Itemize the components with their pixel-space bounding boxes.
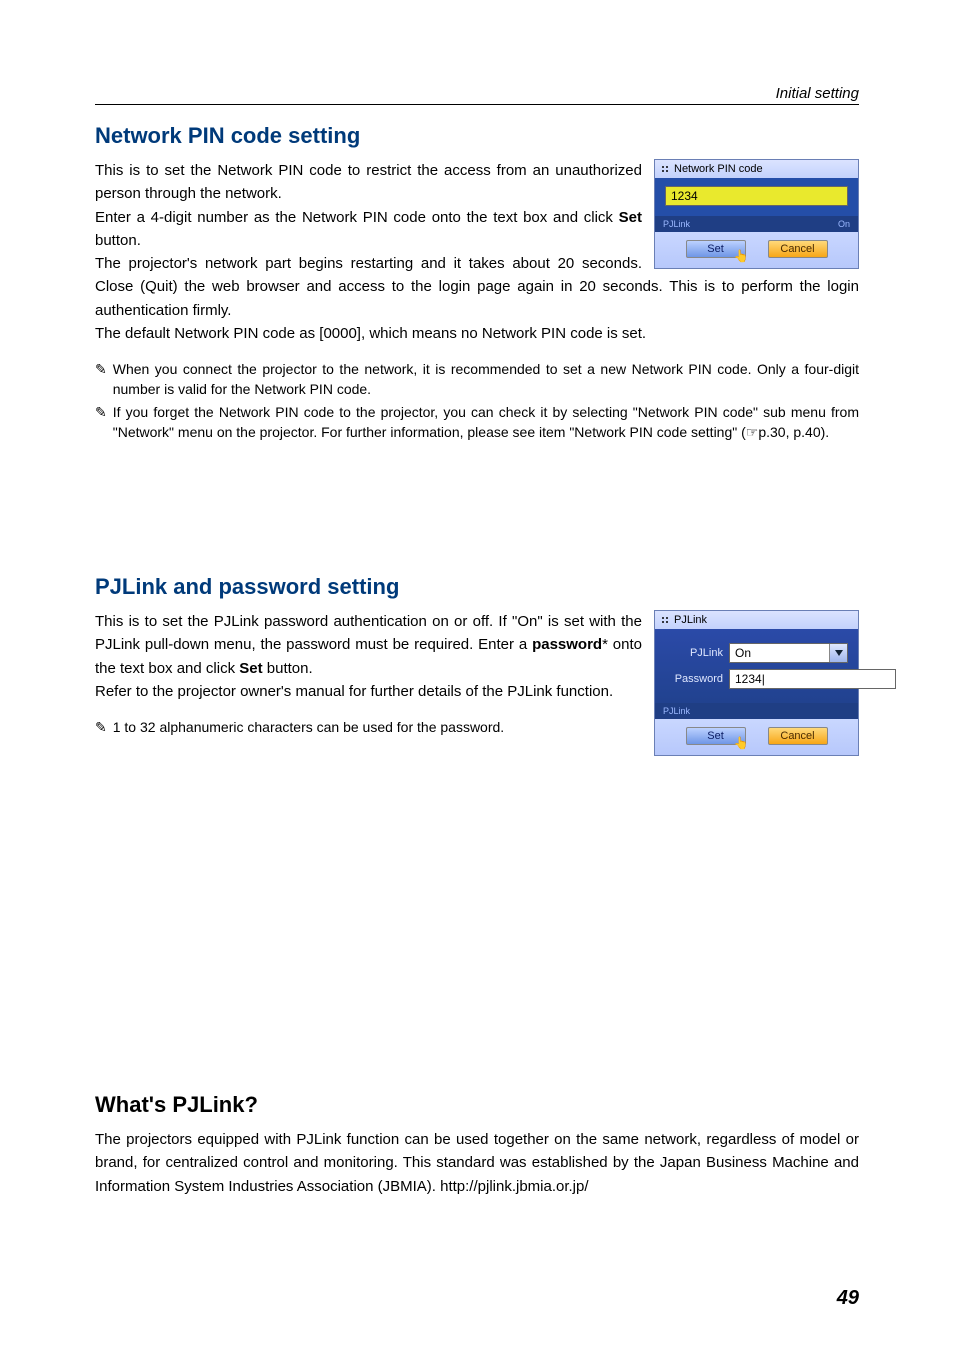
pjlink-side-label: PJLink (655, 703, 858, 719)
pin-cancel-button[interactable]: Cancel (768, 240, 828, 258)
heading-whats-pjlink: What's PJLink? (95, 1092, 859, 1118)
pjlink-panel-title: PJLink (674, 614, 707, 626)
pin-set-button[interactable]: Set 👆 (686, 240, 746, 258)
pjlink-set-button[interactable]: Set 👆 (686, 727, 746, 745)
pjlink-row-password: Password (665, 669, 848, 689)
pjlink-password-label: Password (665, 673, 723, 685)
text-bold: password (532, 636, 602, 653)
pjlink-cancel-button[interactable]: Cancel (768, 727, 828, 745)
text-bold: Set (239, 660, 262, 677)
whats-paragraph: The projectors equipped with PJLink func… (95, 1128, 859, 1198)
text-span: Enter a 4-digit number as the Network PI… (95, 209, 619, 226)
pin-footer-right: On (838, 219, 850, 229)
pjlink-cancel-label: Cancel (780, 730, 814, 742)
note-text: If you forget the Network PIN code to th… (113, 402, 859, 443)
heading-network-pin: Network PIN code setting (95, 123, 859, 149)
text-span: button. (263, 660, 313, 677)
section-network-pin: Network PIN code setting Network PIN cod… (95, 123, 859, 444)
pjlink-set-label: Set (707, 730, 724, 742)
note-marker-icon: ✎ (95, 717, 107, 737)
cursor-hand-icon: 👆 (734, 736, 749, 750)
pjlink-mode-label: PJLink (665, 647, 723, 659)
pin-code-panel: Network PIN code PJLink On Set 👆 Cancel (654, 159, 859, 269)
pin-panel-title: Network PIN code (674, 163, 763, 175)
pjlink-panel-buttons: Set 👆 Cancel (655, 719, 858, 755)
cursor-hand-icon: 👆 (734, 249, 749, 263)
dropdown-button[interactable] (829, 644, 847, 662)
note-marker-icon: ✎ (95, 359, 107, 379)
pjlink-panel: PJLink PJLink On Password PJLin (654, 610, 859, 756)
note-text: When you connect the projector to the ne… (113, 359, 859, 400)
pin-footer-left: PJLink (663, 219, 690, 229)
pin-paragraph-4: The default Network PIN code as [0000], … (95, 322, 859, 345)
note-item: ✎ If you forget the Network PIN code to … (95, 402, 859, 443)
pjlink-row-mode: PJLink On (665, 643, 848, 663)
text-bold: Set (619, 209, 642, 226)
menu-icon (661, 165, 670, 174)
page-number: 49 (837, 1287, 859, 1310)
section-whats-pjlink: What's PJLink? The projectors equipped w… (95, 1092, 859, 1198)
pjlink-password-input[interactable] (729, 669, 896, 689)
pin-cancel-label: Cancel (780, 243, 814, 255)
pjlink-mode-value: On (730, 644, 829, 662)
note-marker-icon: ✎ (95, 402, 107, 422)
section-pjlink: PJLink and password setting PJLink PJLin… (95, 574, 859, 762)
pin-panel-footerrow: PJLink On (655, 216, 858, 232)
note-text: 1 to 32 alphanumeric characters can be u… (113, 717, 642, 737)
text-span: button. (95, 232, 141, 249)
pin-notes: ✎ When you connect the projector to the … (95, 359, 859, 442)
pin-panel-body (655, 178, 858, 216)
heading-pjlink: PJLink and password setting (95, 574, 859, 600)
pjlink-panel-titlebar: PJLink (655, 611, 858, 629)
chevron-down-icon (835, 650, 843, 656)
pin-panel-buttons: Set 👆 Cancel (655, 232, 858, 268)
pin-code-input[interactable] (665, 186, 848, 206)
note-item: ✎ 1 to 32 alphanumeric characters can be… (95, 717, 642, 737)
pin-set-label: Set (707, 243, 724, 255)
menu-icon (661, 616, 670, 625)
breadcrumb: Initial setting (776, 85, 859, 102)
pjlink-panel-body: PJLink On Password (655, 629, 858, 703)
pin-panel-titlebar: Network PIN code (655, 160, 858, 178)
note-item: ✎ When you connect the projector to the … (95, 359, 859, 400)
pjlink-mode-select[interactable]: On (729, 643, 848, 663)
